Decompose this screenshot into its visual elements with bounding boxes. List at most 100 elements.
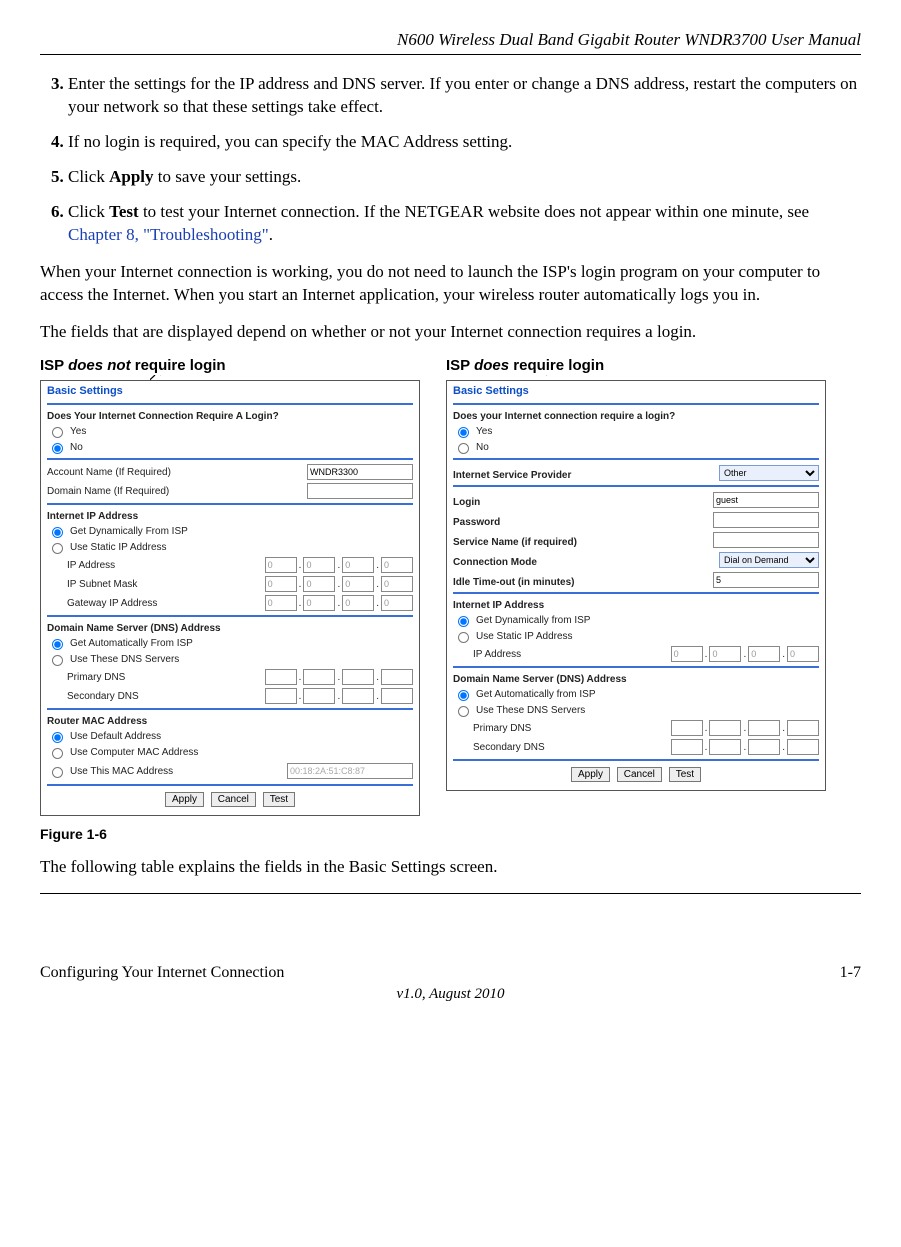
dns-use-label-r: Use These DNS Servers	[476, 705, 585, 716]
ip-hdr-r: Internet IP Address	[453, 600, 819, 611]
step-6-post: .	[269, 225, 273, 244]
ip-a3[interactable]	[342, 557, 374, 573]
ip-dyn-radio-r[interactable]	[458, 616, 469, 627]
cancel-button-r[interactable]: Cancel	[617, 767, 662, 782]
arrow-left-icon2	[160, 375, 260, 455]
step-4: If no login is required, you can specify…	[68, 131, 861, 154]
pd2[interactable]	[303, 669, 335, 685]
mac-def-radio[interactable]	[52, 732, 63, 743]
g1[interactable]	[265, 595, 297, 611]
test-button-l[interactable]: Test	[263, 792, 295, 807]
dns-auto-radio-r[interactable]	[458, 690, 469, 701]
m2[interactable]	[303, 576, 335, 592]
mac-input[interactable]	[287, 763, 413, 779]
rpd2[interactable]	[709, 720, 741, 736]
fig-left-em: does not	[68, 357, 131, 374]
domain-name-label: Domain Name (If Required)	[47, 486, 307, 497]
login-yes-radio-r[interactable]	[458, 427, 469, 438]
sd4[interactable]	[381, 688, 413, 704]
pd1[interactable]	[265, 669, 297, 685]
fig-left-col: ISP does not require login Basic Setting…	[40, 357, 420, 816]
rpd3[interactable]	[748, 720, 780, 736]
login-yes-label: Yes	[70, 426, 86, 437]
ip-static-radio-l[interactable]	[52, 543, 63, 554]
figure-area: ISP does not require login Basic Setting…	[40, 357, 861, 816]
ip-a2[interactable]	[303, 557, 335, 573]
login-no-radio-r[interactable]	[458, 443, 469, 454]
sd2[interactable]	[303, 688, 335, 704]
mac-comp-radio[interactable]	[52, 748, 63, 759]
ip-dyn-radio-l[interactable]	[52, 527, 63, 538]
sd3[interactable]	[342, 688, 374, 704]
figure-caption: Figure 1-6	[40, 826, 861, 842]
login-input[interactable]	[713, 492, 819, 508]
login-yes-label-r: Yes	[476, 426, 492, 437]
isp-label: Internet Service Provider	[453, 470, 719, 481]
sd1[interactable]	[265, 688, 297, 704]
login-yes-radio[interactable]	[52, 427, 63, 438]
gw-label-l: Gateway IP Address	[67, 598, 265, 609]
ip-a1[interactable]	[265, 557, 297, 573]
troubleshooting-link[interactable]: Chapter 8, "Troubleshooting"	[68, 225, 269, 244]
paragraph-2: The fields that are displayed depend on …	[40, 321, 861, 344]
idle-label: Idle Time-out (in minutes)	[453, 577, 713, 588]
apply-button-r[interactable]: Apply	[571, 767, 610, 782]
g4[interactable]	[381, 595, 413, 611]
paragraph-1: When your Internet connection is working…	[40, 261, 861, 307]
fig-right-col: ISP does require login Basic Settings Do…	[446, 357, 826, 816]
m1[interactable]	[265, 576, 297, 592]
ip-static-radio-r[interactable]	[458, 632, 469, 643]
g2[interactable]	[303, 595, 335, 611]
rsd3[interactable]	[748, 739, 780, 755]
acct-name-input[interactable]	[307, 464, 413, 480]
dns-use-radio-r[interactable]	[458, 706, 469, 717]
pd4[interactable]	[381, 669, 413, 685]
rsd4[interactable]	[787, 739, 819, 755]
conn-select[interactable]: Dial on Demand	[719, 552, 819, 568]
ip-addr-label-r: IP Address	[473, 649, 671, 660]
idle-input[interactable]	[713, 572, 819, 588]
test-button-r[interactable]: Test	[669, 767, 701, 782]
ra3[interactable]	[748, 646, 780, 662]
ip-mask-label-l: IP Subnet Mask	[67, 579, 265, 590]
login-no-radio[interactable]	[52, 443, 63, 454]
ra4[interactable]	[787, 646, 819, 662]
ip-addr-quad-l: ...	[265, 557, 413, 573]
step-3-text: Enter the settings for the IP address an…	[68, 74, 857, 116]
step-5-post: to save your settings.	[154, 167, 302, 186]
pwd-input[interactable]	[713, 512, 819, 528]
dns-use-radio-l[interactable]	[52, 655, 63, 666]
ra1[interactable]	[671, 646, 703, 662]
fig-right-pre: ISP	[446, 357, 474, 374]
step-5: Click Apply to save your settings.	[68, 166, 861, 189]
mac-this-radio[interactable]	[52, 767, 63, 778]
domain-name-input[interactable]	[307, 483, 413, 499]
isp-select[interactable]: Other	[719, 465, 819, 481]
rpd4[interactable]	[787, 720, 819, 736]
dns-auto-radio-l[interactable]	[52, 639, 63, 650]
g3[interactable]	[342, 595, 374, 611]
fig-right-label: ISP does require login	[446, 357, 826, 374]
rsd2[interactable]	[709, 739, 741, 755]
rsd1[interactable]	[671, 739, 703, 755]
ip-a4[interactable]	[381, 557, 413, 573]
m4[interactable]	[381, 576, 413, 592]
ip-dyn-label-l: Get Dynamically From ISP	[70, 526, 188, 537]
pdns-label-r: Primary DNS	[473, 723, 671, 734]
footer-version: v1.0, August 2010	[40, 986, 861, 1003]
pdns-label-l: Primary DNS	[67, 672, 265, 683]
fig-right-em: does	[474, 357, 509, 374]
dns-hdr-l: Domain Name Server (DNS) Address	[47, 623, 413, 634]
svc-input[interactable]	[713, 532, 819, 548]
footer-page: 1-7	[840, 964, 861, 982]
apply-button-l[interactable]: Apply	[165, 792, 204, 807]
rpd1[interactable]	[671, 720, 703, 736]
ra2[interactable]	[709, 646, 741, 662]
fig-left-label: ISP does not require login	[40, 357, 420, 374]
m3[interactable]	[342, 576, 374, 592]
cancel-button-l[interactable]: Cancel	[211, 792, 256, 807]
mac-this-label: Use This MAC Address	[70, 766, 173, 777]
pd3[interactable]	[342, 669, 374, 685]
acct-name-label: Account Name (If Required)	[47, 467, 307, 478]
header-rule	[40, 54, 861, 55]
